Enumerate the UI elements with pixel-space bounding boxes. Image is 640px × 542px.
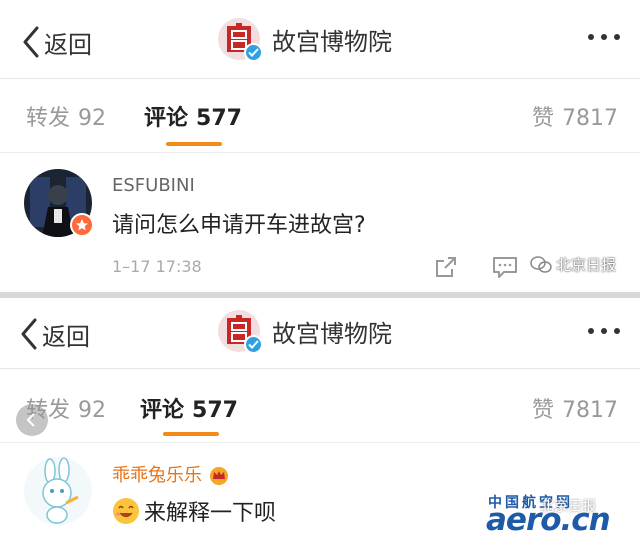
verified-icon <box>244 43 263 62</box>
tab-comments[interactable]: 评论 577 <box>140 392 238 424</box>
comment-icon[interactable] <box>492 255 518 279</box>
more-icon[interactable] <box>588 328 620 334</box>
top-nav-bar: 返回 故宫博物院 <box>0 0 640 79</box>
scroll-left-button[interactable] <box>16 404 48 436</box>
active-tab-indicator <box>163 432 219 436</box>
tab-label: 评论 <box>140 398 185 423</box>
wechat-icon <box>530 255 552 273</box>
chevron-left-icon <box>26 413 35 427</box>
account-title[interactable]: 故宫博物院 <box>218 310 392 354</box>
watermark-text: 北京日报 <box>556 256 617 274</box>
share-icon[interactable] <box>434 255 458 279</box>
tab-count: 577 <box>196 106 242 131</box>
account-avatar <box>218 310 263 354</box>
tab-count: 92 <box>78 398 107 423</box>
tab-count: 7817 <box>562 106 618 131</box>
chevron-left-icon <box>23 26 39 58</box>
comment-content: 来解释一下呗 <box>112 495 276 527</box>
active-tab-indicator <box>166 142 222 146</box>
tab-bar: 转发 92 评论 577 赞 7817 <box>0 368 640 443</box>
avatar[interactable] <box>24 457 92 525</box>
verified-icon <box>244 335 263 354</box>
tab-count: 7817 <box>562 398 618 423</box>
tab-likes[interactable]: 赞 7817 <box>532 100 618 132</box>
top-nav-bar: 返回 故宫博物院 <box>0 298 640 369</box>
watermark-beijing-daily: 北京日报 <box>530 254 616 275</box>
comment-timestamp: 1–17 17:38 <box>112 257 202 276</box>
watermark-text: 北京日报 <box>540 499 596 515</box>
back-button[interactable]: 返回 <box>20 314 90 354</box>
comment-text: 来解释一下呗 <box>144 501 277 526</box>
account-name: 故宫博物院 <box>272 27 392 56</box>
tab-bar: 转发 92 评论 577 赞 7817 <box>0 78 640 153</box>
tab-count: 92 <box>78 106 107 131</box>
vip-crown-icon <box>210 467 228 485</box>
tab-label: 赞 <box>531 106 554 131</box>
comment-text: 请问怎么申请开车进故宫? <box>112 213 366 238</box>
tab-count: 577 <box>192 398 238 423</box>
more-icon[interactable] <box>588 34 620 40</box>
tab-likes[interactable]: 赞 7817 <box>532 392 618 424</box>
weibo-screen-1: 返回 故宫博物院 转发 92 评论 577 赞 7817 ESFUBINI 请问… <box>0 0 640 292</box>
account-name: 故宫博物院 <box>272 319 392 348</box>
comment-username: 乖乖兔乐乐 <box>112 465 202 486</box>
back-label: 返回 <box>42 322 90 351</box>
back-label: 返回 <box>44 30 92 59</box>
tab-label: 评论 <box>144 106 189 131</box>
tab-label: 赞 <box>531 398 554 423</box>
comment-user[interactable]: 乖乖兔乐乐 <box>112 461 230 487</box>
back-button[interactable]: 返回 <box>22 22 92 62</box>
account-title[interactable]: 故宫博物院 <box>218 18 392 62</box>
comment-username[interactable]: ESFUBINI <box>112 175 195 196</box>
tab-label: 转发 <box>26 106 71 131</box>
tab-comments[interactable]: 评论 577 <box>144 100 242 132</box>
account-avatar <box>218 18 263 62</box>
smile-emoji-icon <box>113 498 139 524</box>
chevron-left-icon <box>21 318 37 350</box>
tab-reposts[interactable]: 转发 92 <box>26 100 106 132</box>
badge-icon <box>70 213 94 237</box>
